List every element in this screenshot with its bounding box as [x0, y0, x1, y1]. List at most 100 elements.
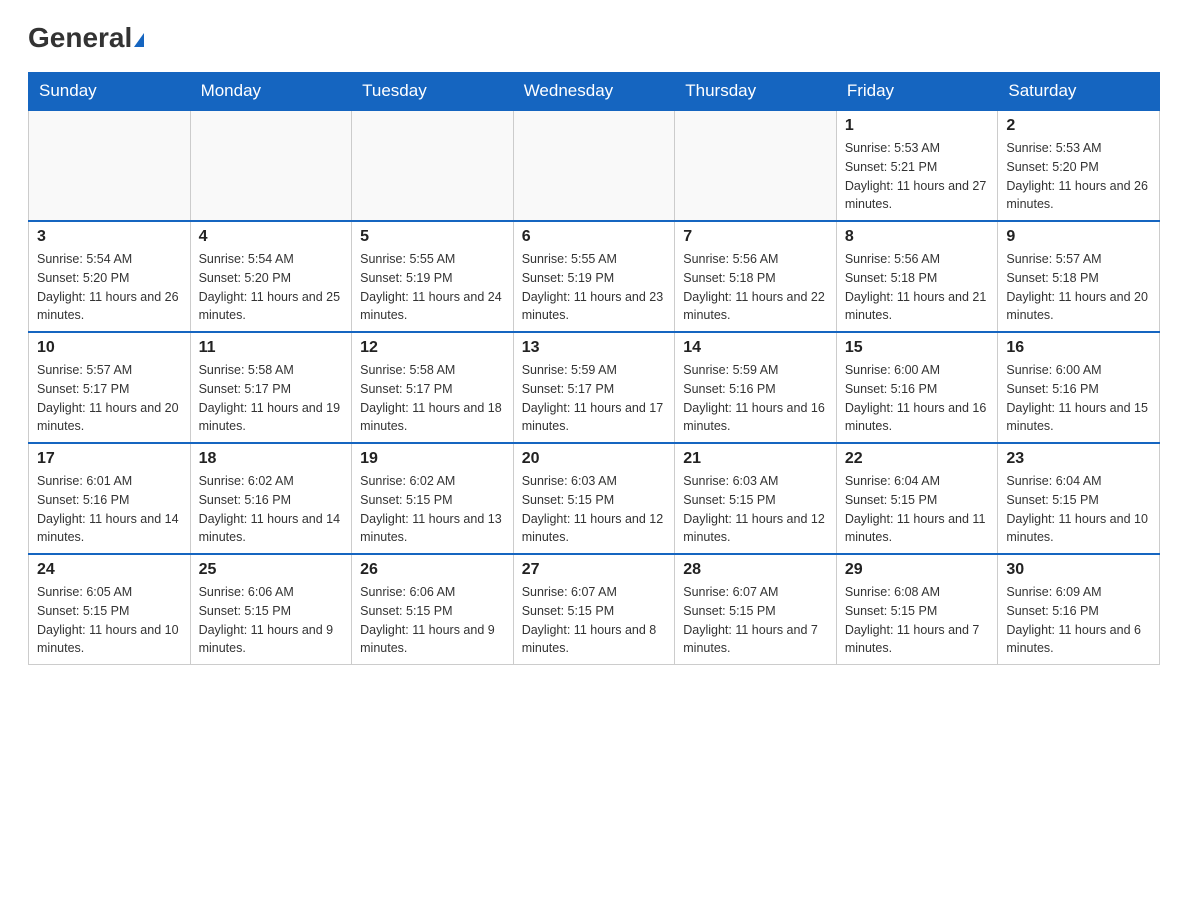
calendar-cell: 9 Sunrise: 5:57 AMSunset: 5:18 PMDaylight… — [998, 221, 1160, 332]
calendar-cell: 1 Sunrise: 5:53 AMSunset: 5:21 PMDaylight… — [836, 110, 998, 221]
calendar-cell: 16Sunrise: 6:00 AMSunset: 5:16 PMDayligh… — [998, 332, 1160, 443]
day-number: 12 — [360, 339, 505, 357]
day-info: Sunrise: 5:53 AMSunset: 5:21 PMDaylight:… — [845, 139, 990, 214]
calendar-header-thursday: Thursday — [675, 73, 837, 111]
day-number: 15 — [845, 339, 990, 357]
calendar-cell: 14 Sunrise: 5:59 AMSunset: 5:16 PMDayligh… — [675, 332, 837, 443]
day-number: 30 — [1006, 561, 1151, 579]
calendar-cell: 19Sunrise: 6:02 AMSunset: 5:15 PMDayligh… — [352, 443, 514, 554]
calendar-cell: 30 Sunrise: 6:09 AMSunset: 5:16 PMDayligh… — [998, 554, 1160, 665]
day-number: 24 — [37, 561, 182, 579]
day-number: 21 — [683, 450, 828, 468]
calendar-header-monday: Monday — [190, 73, 352, 111]
day-number: 14 — [683, 339, 828, 357]
day-info: Sunrise: 6:00 AMSunset: 5:16 PMDaylight:… — [1006, 361, 1151, 436]
logo-general: General — [28, 24, 144, 52]
day-info: Sunrise: 6:02 AMSunset: 5:15 PMDaylight:… — [360, 472, 505, 547]
day-info: Sunrise: 6:05 AMSunset: 5:15 PMDaylight:… — [37, 583, 182, 658]
calendar-cell: 22 Sunrise: 6:04 AMSunset: 5:15 PMDayligh… — [836, 443, 998, 554]
calendar-cell: 25 Sunrise: 6:06 AMSunset: 5:15 PMDayligh… — [190, 554, 352, 665]
day-number: 29 — [845, 561, 990, 579]
week-row-4: 17 Sunrise: 6:01 AMSunset: 5:16 PMDayligh… — [29, 443, 1160, 554]
calendar-cell: 2Sunrise: 5:53 AMSunset: 5:20 PMDaylight… — [998, 110, 1160, 221]
week-row-1: 1 Sunrise: 5:53 AMSunset: 5:21 PMDaylight… — [29, 110, 1160, 221]
calendar-cell: 29 Sunrise: 6:08 AMSunset: 5:15 PMDayligh… — [836, 554, 998, 665]
day-number: 27 — [522, 561, 667, 579]
day-number: 7 — [683, 228, 828, 246]
day-number: 18 — [199, 450, 344, 468]
calendar-cell: 21 Sunrise: 6:03 AMSunset: 5:15 PMDayligh… — [675, 443, 837, 554]
day-number: 13 — [522, 339, 667, 357]
logo-triangle-icon — [134, 33, 144, 47]
calendar-cell: 23Sunrise: 6:04 AMSunset: 5:15 PMDayligh… — [998, 443, 1160, 554]
day-number: 10 — [37, 339, 182, 357]
day-info: Sunrise: 6:08 AMSunset: 5:15 PMDaylight:… — [845, 583, 990, 658]
day-info: Sunrise: 5:56 AMSunset: 5:18 PMDaylight:… — [683, 250, 828, 325]
day-number: 22 — [845, 450, 990, 468]
day-number: 2 — [1006, 117, 1151, 135]
day-info: Sunrise: 6:09 AMSunset: 5:16 PMDaylight:… — [1006, 583, 1151, 658]
day-info: Sunrise: 6:00 AMSunset: 5:16 PMDaylight:… — [845, 361, 990, 436]
day-info: Sunrise: 5:54 AMSunset: 5:20 PMDaylight:… — [37, 250, 182, 325]
day-info: Sunrise: 6:02 AMSunset: 5:16 PMDaylight:… — [199, 472, 344, 547]
calendar-cell: 27 Sunrise: 6:07 AMSunset: 5:15 PMDayligh… — [513, 554, 675, 665]
day-number: 1 — [845, 117, 990, 135]
day-info: Sunrise: 6:04 AMSunset: 5:15 PMDaylight:… — [845, 472, 990, 547]
calendar-cell: 12 Sunrise: 5:58 AMSunset: 5:17 PMDayligh… — [352, 332, 514, 443]
calendar-cell: 5Sunrise: 5:55 AMSunset: 5:19 PMDaylight… — [352, 221, 514, 332]
day-number: 20 — [522, 450, 667, 468]
day-info: Sunrise: 5:58 AMSunset: 5:17 PMDaylight:… — [199, 361, 344, 436]
week-row-3: 10 Sunrise: 5:57 AMSunset: 5:17 PMDayligh… — [29, 332, 1160, 443]
calendar-header-friday: Friday — [836, 73, 998, 111]
day-number: 3 — [37, 228, 182, 246]
calendar-cell: 11 Sunrise: 5:58 AMSunset: 5:17 PMDayligh… — [190, 332, 352, 443]
day-info: Sunrise: 6:03 AMSunset: 5:15 PMDaylight:… — [522, 472, 667, 547]
calendar-cell: 18 Sunrise: 6:02 AMSunset: 5:16 PMDayligh… — [190, 443, 352, 554]
day-info: Sunrise: 6:03 AMSunset: 5:15 PMDaylight:… — [683, 472, 828, 547]
calendar-cell: 3 Sunrise: 5:54 AMSunset: 5:20 PMDaylight… — [29, 221, 191, 332]
calendar-cell — [190, 110, 352, 221]
calendar-cell — [29, 110, 191, 221]
calendar-header-row: SundayMondayTuesdayWednesdayThursdayFrid… — [29, 73, 1160, 111]
day-info: Sunrise: 5:59 AMSunset: 5:16 PMDaylight:… — [683, 361, 828, 436]
day-info: Sunrise: 6:07 AMSunset: 5:15 PMDaylight:… — [522, 583, 667, 658]
day-number: 17 — [37, 450, 182, 468]
day-info: Sunrise: 6:06 AMSunset: 5:15 PMDaylight:… — [199, 583, 344, 658]
day-info: Sunrise: 5:56 AMSunset: 5:18 PMDaylight:… — [845, 250, 990, 325]
calendar-cell: 17 Sunrise: 6:01 AMSunset: 5:16 PMDayligh… — [29, 443, 191, 554]
calendar-cell — [675, 110, 837, 221]
calendar-cell: 24 Sunrise: 6:05 AMSunset: 5:15 PMDayligh… — [29, 554, 191, 665]
day-info: Sunrise: 6:01 AMSunset: 5:16 PMDaylight:… — [37, 472, 182, 547]
day-number: 28 — [683, 561, 828, 579]
calendar-header-saturday: Saturday — [998, 73, 1160, 111]
day-info: Sunrise: 6:07 AMSunset: 5:15 PMDaylight:… — [683, 583, 828, 658]
calendar-cell: 15 Sunrise: 6:00 AMSunset: 5:16 PMDayligh… — [836, 332, 998, 443]
calendar-header-sunday: Sunday — [29, 73, 191, 111]
calendar-cell: 6Sunrise: 5:55 AMSunset: 5:19 PMDaylight… — [513, 221, 675, 332]
day-number: 6 — [522, 228, 667, 246]
day-info: Sunrise: 5:59 AMSunset: 5:17 PMDaylight:… — [522, 361, 667, 436]
logo: General — [28, 24, 144, 54]
day-info: Sunrise: 5:57 AMSunset: 5:18 PMDaylight:… — [1006, 250, 1151, 325]
day-number: 11 — [199, 339, 344, 357]
day-info: Sunrise: 5:58 AMSunset: 5:17 PMDaylight:… — [360, 361, 505, 436]
calendar-cell: 4Sunrise: 5:54 AMSunset: 5:20 PMDaylight… — [190, 221, 352, 332]
day-number: 25 — [199, 561, 344, 579]
calendar-cell: 10 Sunrise: 5:57 AMSunset: 5:17 PMDayligh… — [29, 332, 191, 443]
calendar-cell: 13 Sunrise: 5:59 AMSunset: 5:17 PMDayligh… — [513, 332, 675, 443]
calendar-table: SundayMondayTuesdayWednesdayThursdayFrid… — [28, 72, 1160, 665]
week-row-2: 3 Sunrise: 5:54 AMSunset: 5:20 PMDaylight… — [29, 221, 1160, 332]
day-info: Sunrise: 5:57 AMSunset: 5:17 PMDaylight:… — [37, 361, 182, 436]
calendar-header-tuesday: Tuesday — [352, 73, 514, 111]
page-header: General — [28, 24, 1160, 54]
day-number: 4 — [199, 228, 344, 246]
day-number: 5 — [360, 228, 505, 246]
calendar-cell — [352, 110, 514, 221]
day-info: Sunrise: 6:04 AMSunset: 5:15 PMDaylight:… — [1006, 472, 1151, 547]
day-number: 26 — [360, 561, 505, 579]
calendar-cell — [513, 110, 675, 221]
day-number: 8 — [845, 228, 990, 246]
day-number: 9 — [1006, 228, 1151, 246]
calendar-cell: 8 Sunrise: 5:56 AMSunset: 5:18 PMDaylight… — [836, 221, 998, 332]
calendar-cell: 26Sunrise: 6:06 AMSunset: 5:15 PMDayligh… — [352, 554, 514, 665]
